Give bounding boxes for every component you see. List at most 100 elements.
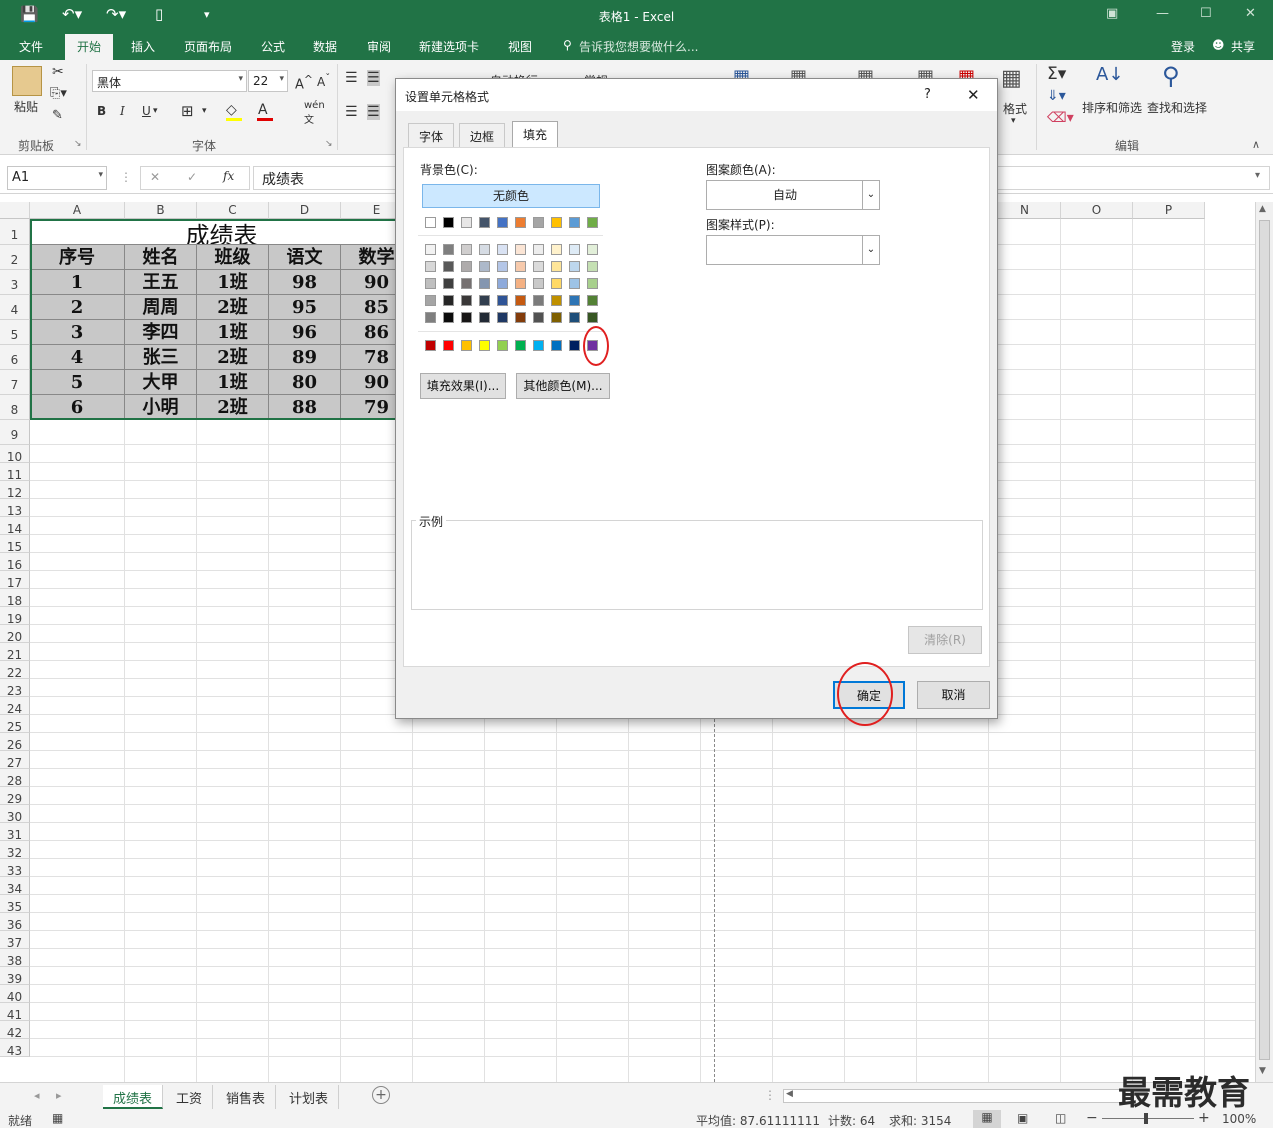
cancel-entry-icon[interactable]: ✕	[150, 170, 160, 184]
tint-color-swatch[interactable]	[425, 295, 436, 306]
font-size-select[interactable]: 22 ▾	[248, 70, 288, 92]
tint-color-swatch[interactable]	[461, 295, 472, 306]
theme-color-swatch[interactable]	[569, 217, 580, 228]
table-cell[interactable]: 6	[30, 395, 125, 420]
row-header[interactable]: 35	[0, 895, 30, 914]
standard-color-swatch[interactable]	[425, 340, 436, 351]
tint-color-swatch[interactable]	[533, 278, 544, 289]
column-header[interactable]: A	[30, 202, 125, 219]
tint-color-swatch[interactable]	[497, 312, 508, 323]
row-header[interactable]: 4	[0, 295, 30, 320]
table-cell[interactable]: 2班	[197, 395, 269, 420]
column-header[interactable]: C	[197, 202, 269, 219]
table-cell[interactable]: 2	[30, 295, 125, 320]
row-header[interactable]: 25	[0, 715, 30, 734]
row-header[interactable]: 13	[0, 499, 30, 518]
paste-button[interactable]: 粘贴	[14, 98, 38, 115]
table-cell[interactable]: 89	[269, 345, 341, 370]
tint-color-swatch[interactable]	[443, 312, 454, 323]
tint-color-swatch[interactable]	[551, 261, 562, 272]
tint-color-swatch[interactable]	[443, 244, 454, 255]
font-name-select[interactable]: 黑体 ▾	[92, 70, 247, 92]
name-box[interactable]: A1 ▾	[7, 166, 107, 190]
font-color-icon[interactable]: A	[258, 102, 268, 118]
tint-color-swatch[interactable]	[425, 244, 436, 255]
row-header[interactable]: 24	[0, 697, 30, 716]
tint-color-swatch[interactable]	[569, 312, 580, 323]
tint-color-swatch[interactable]	[587, 261, 598, 272]
row-header[interactable]: 41	[0, 1003, 30, 1022]
table-cell[interactable]: 大甲	[125, 370, 197, 395]
zoom-out-icon[interactable]: −	[1086, 1110, 1098, 1126]
standard-color-swatch[interactable]	[551, 340, 562, 351]
row-header[interactable]: 12	[0, 481, 30, 500]
tint-color-swatch[interactable]	[587, 278, 598, 289]
zoom-in-icon[interactable]: +	[1198, 1110, 1210, 1126]
header-cell[interactable]: 班级	[197, 245, 269, 270]
theme-color-swatch[interactable]	[551, 217, 562, 228]
table-cell[interactable]: 2班	[197, 345, 269, 370]
tint-color-swatch[interactable]	[497, 278, 508, 289]
zoom-slider[interactable]	[1102, 1118, 1194, 1119]
row-header[interactable]: 21	[0, 643, 30, 662]
row-header[interactable]: 18	[0, 589, 30, 608]
header-cell[interactable]: 语文	[269, 245, 341, 270]
clear-button[interactable]: 清除(R)	[908, 626, 982, 654]
menu-data[interactable]: 数据	[313, 38, 337, 55]
tell-me-search[interactable]: 告诉我您想要做什么...	[579, 38, 698, 55]
format-button[interactable]: 格式	[1003, 100, 1027, 117]
header-cell[interactable]: 姓名	[125, 245, 197, 270]
bold-button[interactable]: B	[97, 104, 106, 118]
paste-icon[interactable]	[12, 66, 42, 96]
scroll-thumb[interactable]	[1259, 220, 1270, 1060]
sheet-tab-plan[interactable]: 计划表	[279, 1085, 340, 1109]
menu-view[interactable]: 视图	[508, 38, 532, 55]
column-header[interactable]: O	[1061, 202, 1133, 219]
tint-color-swatch[interactable]	[461, 261, 472, 272]
theme-color-swatch[interactable]	[479, 217, 490, 228]
row-header[interactable]: 27	[0, 751, 30, 770]
more-colors-button[interactable]: 其他颜色(M)...	[516, 373, 610, 399]
row-header[interactable]: 1	[0, 219, 30, 245]
standard-color-swatch[interactable]	[497, 340, 508, 351]
vertical-scrollbar[interactable]: ▲ ▼	[1255, 202, 1273, 1082]
tint-color-swatch[interactable]	[551, 295, 562, 306]
page-break-view-icon[interactable]: ◫	[1055, 1111, 1066, 1125]
clear-icon[interactable]: ⌫▾	[1047, 110, 1074, 126]
scroll-left-icon[interactable]: ◀	[786, 1089, 793, 1099]
theme-color-swatch[interactable]	[443, 217, 454, 228]
row-header[interactable]: 36	[0, 913, 30, 932]
table-cell[interactable]: 96	[269, 320, 341, 345]
theme-color-swatch[interactable]	[425, 217, 436, 228]
row-header[interactable]: 8	[0, 395, 30, 420]
close-window-icon[interactable]: ✕	[1245, 6, 1256, 21]
format-painter-icon[interactable]: ✎	[52, 108, 63, 123]
tint-color-swatch[interactable]	[587, 244, 598, 255]
fill-effects-button[interactable]: 填充效果(I)...	[420, 373, 506, 399]
column-header[interactable]: N	[989, 202, 1061, 219]
cancel-button[interactable]: 取消	[917, 681, 990, 709]
standard-color-swatch[interactable]	[461, 340, 472, 351]
tint-color-swatch[interactable]	[425, 312, 436, 323]
tint-color-swatch[interactable]	[569, 244, 580, 255]
row-header[interactable]: 43	[0, 1039, 30, 1058]
insert-function-icon[interactable]: fx	[223, 169, 234, 183]
table-cell[interactable]: 4	[30, 345, 125, 370]
row-header[interactable]: 11	[0, 463, 30, 482]
table-cell[interactable]: 80	[269, 370, 341, 395]
tint-color-swatch[interactable]	[569, 278, 580, 289]
find-select-icon[interactable]: ⚲	[1162, 62, 1180, 90]
row-header[interactable]: 38	[0, 949, 30, 968]
menu-insert[interactable]: 插入	[131, 38, 155, 55]
tint-color-swatch[interactable]	[479, 244, 490, 255]
menu-new-tab[interactable]: 新建选项卡	[419, 38, 479, 55]
row-header[interactable]: 29	[0, 787, 30, 806]
table-cell[interactable]: 3	[30, 320, 125, 345]
column-header[interactable]: B	[125, 202, 197, 219]
zoom-slider-thumb[interactable]	[1144, 1113, 1148, 1124]
tint-color-swatch[interactable]	[479, 261, 490, 272]
underline-dropdown-icon[interactable]: ▾	[153, 106, 158, 116]
column-header[interactable]: D	[269, 202, 341, 219]
table-title[interactable]: 成绩表	[30, 219, 413, 245]
tint-color-swatch[interactable]	[569, 295, 580, 306]
